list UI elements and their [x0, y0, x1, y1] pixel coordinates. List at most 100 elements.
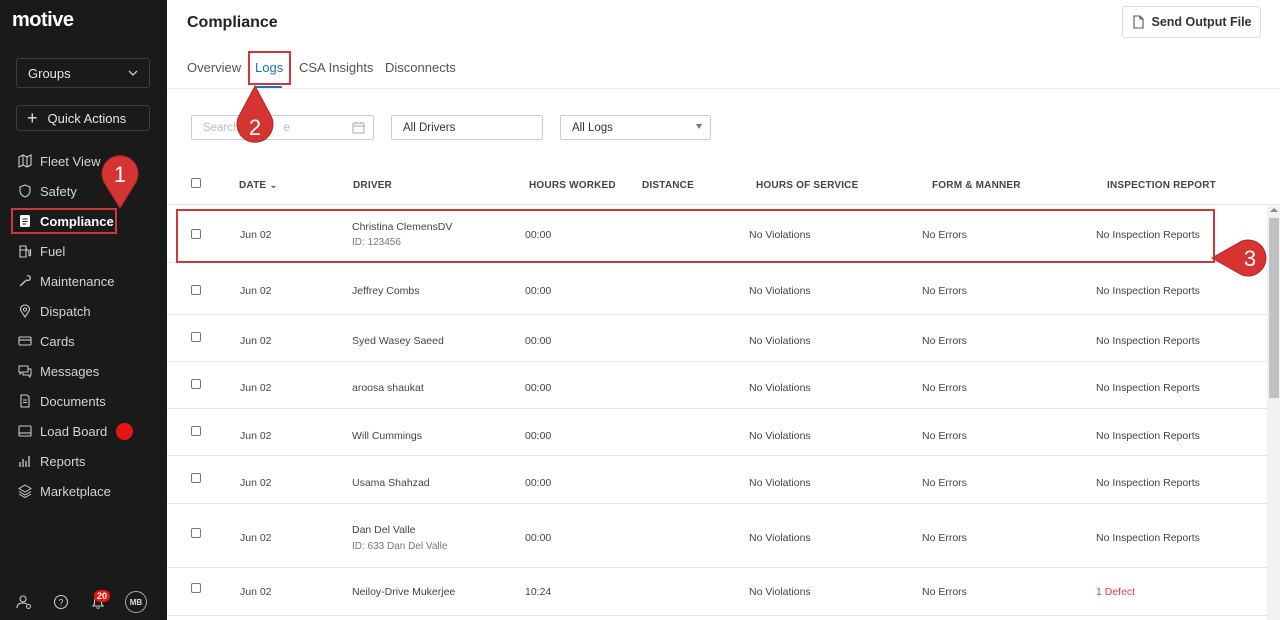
fuel-icon: [19, 245, 32, 258]
table-row[interactable]: Jun 02 Will Cummings 00:00 No Violations…: [167, 409, 1267, 456]
callout-number-3: 3: [1244, 246, 1256, 271]
logs-filter-select[interactable]: All Logs: [560, 115, 711, 140]
row-driver-name[interactable]: Syed Wasey Saeed: [352, 335, 444, 347]
sidebar-item-dispatch[interactable]: Dispatch: [0, 296, 167, 326]
sidebar-item-messages[interactable]: Messages: [0, 356, 167, 386]
row-form-manner: No Errors: [922, 285, 967, 297]
row-driver-id: ID: 633 Dan Del Valle: [352, 541, 448, 552]
page-title: Compliance: [187, 14, 278, 31]
row-driver-name[interactable]: Dan Del Valle: [352, 524, 415, 536]
row-hours-worked: 00:00: [525, 285, 552, 297]
callout-number-1: 1: [114, 162, 126, 187]
sidebar: motive Groups + Quick Actions Fleet View…: [0, 0, 167, 620]
date-search-input[interactable]: Search e: [191, 115, 374, 140]
row-inspection-report: No Inspection Reports: [1096, 335, 1200, 347]
tab-overview[interactable]: Overview: [187, 58, 241, 78]
row-date: Jun 02: [240, 430, 272, 442]
svg-text:?: ?: [58, 598, 63, 608]
row-inspection-report: No Inspection Reports: [1096, 477, 1200, 489]
row-driver-name[interactable]: Usama Shahzad: [352, 477, 430, 489]
row-checkbox[interactable]: [191, 473, 201, 483]
table-row[interactable]: Jun 02 aroosa shaukat 00:00 No Violation…: [167, 362, 1267, 409]
card-icon: [18, 336, 32, 346]
groups-dropdown[interactable]: Groups: [16, 58, 150, 88]
column-header-hours-worked: HOURS WORKED: [529, 180, 616, 191]
row-inspection-report-defect[interactable]: 1 Defect: [1096, 586, 1135, 598]
sidebar-item-reports[interactable]: Reports: [0, 446, 167, 476]
column-header-hours-of-service: HOURS OF SERVICE: [756, 180, 859, 191]
pin-icon: [20, 304, 30, 318]
row-hours-of-service: No Violations: [749, 382, 811, 394]
sidebar-item-label: Messages: [40, 363, 100, 379]
row-form-manner: No Errors: [922, 335, 967, 347]
logs-filter-value: All Logs: [572, 121, 613, 134]
file-icon: [20, 394, 30, 408]
sidebar-footer: ? 20 MB: [0, 590, 167, 618]
truck-icon: [18, 425, 32, 437]
tab-disconnects[interactable]: Disconnects: [385, 58, 456, 78]
row-hours-worked: 10:24: [525, 586, 552, 598]
sidebar-item-documents[interactable]: Documents: [0, 386, 167, 416]
calendar-icon[interactable]: [352, 121, 365, 134]
sidebar-item-label: Maintenance: [40, 273, 115, 289]
help-icon[interactable]: ?: [53, 594, 69, 610]
groups-label: Groups: [28, 65, 71, 81]
chart-icon: [19, 456, 30, 467]
annotation-highlight-row: [176, 209, 1215, 263]
send-output-file-label: Send Output File: [1151, 15, 1252, 29]
row-driver-name[interactable]: Will Cummings: [352, 430, 422, 442]
sidebar-item-label: Dispatch: [40, 303, 91, 319]
sidebar-item-load-board[interactable]: Load Board: [0, 416, 167, 446]
row-hours-of-service: No Violations: [749, 430, 811, 442]
row-date: Jun 02: [240, 335, 272, 347]
annotation-highlight-compliance: [11, 208, 117, 234]
callout-marker-3: 3: [1210, 239, 1267, 277]
row-driver-name[interactable]: aroosa shaukat: [352, 382, 424, 394]
load-board-badge: [116, 422, 134, 440]
motive-logo[interactable]: motive: [12, 9, 74, 32]
sidebar-item-fuel[interactable]: Fuel: [0, 236, 167, 266]
header-divider: [167, 88, 1280, 89]
sidebar-item-compliance[interactable]: Compliance: [0, 206, 167, 236]
select-all-checkbox[interactable]: [191, 178, 201, 188]
row-form-manner: No Errors: [922, 586, 967, 598]
avatar[interactable]: MB: [125, 591, 147, 613]
row-form-manner: No Errors: [922, 477, 967, 489]
callout-number-2: 2: [249, 115, 261, 140]
row-form-manner: No Errors: [922, 382, 967, 394]
row-date: Jun 02: [240, 382, 272, 394]
table-row[interactable]: Jun 02 Usama Shahzad 00:00 No Violations…: [167, 456, 1267, 504]
column-header-date[interactable]: DATE ⌄: [239, 180, 278, 191]
row-hours-of-service: No Violations: [749, 335, 811, 347]
column-header-inspection-report: INSPECTION REPORT: [1107, 180, 1216, 191]
row-checkbox[interactable]: [191, 583, 201, 593]
row-driver-name[interactable]: Neiloy-Drive Mukerjee: [352, 586, 455, 598]
row-inspection-report: No Inspection Reports: [1096, 430, 1200, 442]
row-checkbox[interactable]: [191, 528, 201, 538]
tab-csa-insights[interactable]: CSA Insights: [299, 58, 373, 78]
sidebar-item-marketplace[interactable]: Marketplace: [0, 476, 167, 506]
row-driver-name[interactable]: Jeffrey Combs: [352, 285, 420, 297]
row-checkbox[interactable]: [191, 379, 201, 389]
sidebar-item-label: Fuel: [40, 243, 66, 259]
table-row[interactable]: Jun 02 Neiloy-Drive Mukerjee 10:24 No Vi…: [167, 568, 1267, 616]
user-settings-icon[interactable]: [16, 594, 32, 610]
row-date: Jun 02: [240, 285, 272, 297]
row-hours-worked: 00:00: [525, 382, 552, 394]
row-inspection-report: No Inspection Reports: [1096, 382, 1200, 394]
scroll-up-arrow-icon[interactable]: [1270, 208, 1278, 212]
quick-actions-button[interactable]: + Quick Actions: [16, 105, 150, 131]
sidebar-item-maintenance[interactable]: Maintenance: [0, 266, 167, 296]
table-row[interactable]: Jun 02 Syed Wasey Saeed 00:00 No Violati…: [167, 315, 1267, 362]
table-row[interactable]: Jun 02 Dan Del Valle ID: 633 Dan Del Val…: [167, 504, 1267, 568]
row-checkbox[interactable]: [191, 332, 201, 342]
send-output-file-button[interactable]: Send Output File: [1122, 6, 1261, 38]
row-checkbox[interactable]: [191, 426, 201, 436]
sidebar-item-cards[interactable]: Cards: [0, 326, 167, 356]
row-checkbox[interactable]: [191, 285, 201, 295]
column-header-form-manner: FORM & MANNER: [932, 180, 1021, 191]
sidebar-item-label: Load Board: [40, 423, 108, 439]
wrench-icon: [19, 275, 31, 287]
drivers-filter-input[interactable]: All Drivers: [391, 115, 543, 140]
table-row[interactable]: Jun 02 Jeffrey Combs 00:00 No Violations…: [167, 263, 1267, 315]
